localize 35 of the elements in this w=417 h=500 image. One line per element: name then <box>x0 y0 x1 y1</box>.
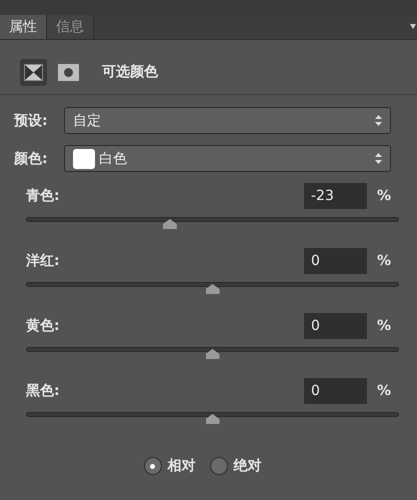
panel-tab[interactable]: 信息 <box>47 15 94 39</box>
percent-label: % <box>376 188 391 204</box>
value-field[interactable]: 0 <box>304 313 367 339</box>
slider-thumb[interactable] <box>206 284 220 294</box>
slider-label: 青色: <box>26 187 61 205</box>
radio-label: 绝对 <box>234 457 262 475</box>
field-label: 颜色: <box>14 150 49 168</box>
field-label: 预设: <box>14 112 49 130</box>
stepper-icon <box>375 115 382 126</box>
value-field[interactable]: 0 <box>304 378 367 404</box>
slider-label: 黄色: <box>26 317 61 335</box>
mask-icon <box>58 64 79 80</box>
preset-dropdown[interactable]: 自定 <box>64 107 391 134</box>
slider-label: 洋红: <box>26 252 61 270</box>
stepper-icon <box>375 153 382 164</box>
radio-button[interactable] <box>210 457 228 475</box>
slider-thumb[interactable] <box>162 219 177 229</box>
mode-button[interactable] <box>20 58 47 86</box>
percent-label: % <box>376 253 391 269</box>
slider-thumb[interactable] <box>206 349 220 359</box>
panel-menu-icon[interactable] <box>410 24 416 29</box>
panel-tab[interactable]: 属性 <box>0 15 47 39</box>
adjustment-icon <box>24 64 43 80</box>
slider-label: 黑色: <box>26 382 61 400</box>
color-dropdown[interactable]: 白色 <box>64 145 391 172</box>
slider-thumb[interactable] <box>206 414 220 424</box>
radio-label: 相对 <box>168 457 196 475</box>
value-field[interactable]: 0 <box>304 248 367 274</box>
value-field[interactable]: -23 <box>304 183 367 209</box>
percent-label: % <box>376 318 391 334</box>
radio-button[interactable] <box>144 457 162 475</box>
percent-label: % <box>376 383 391 399</box>
panel-title: 可选颜色 <box>102 63 158 81</box>
radio-option[interactable]: 相对 <box>144 457 196 475</box>
radio-option[interactable]: 绝对 <box>210 457 262 475</box>
